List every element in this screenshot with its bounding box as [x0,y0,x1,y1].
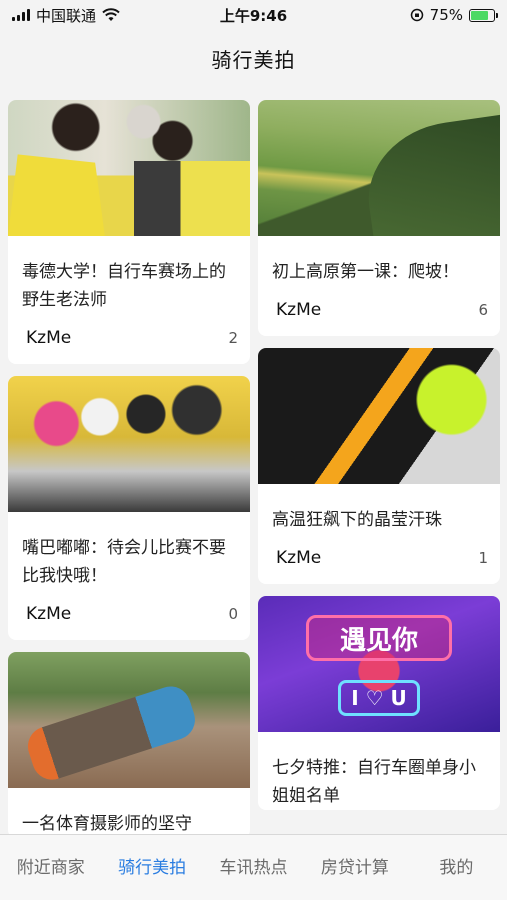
card-meta: KzMe 6 [258,286,500,336]
feed-column-right: 初上高原第一课：爬坡！ KzMe 6 高温狂飙下的晶莹汗珠 KzMe 1 遇见你… [258,100,500,810]
battery-icon [469,8,498,22]
nav-bar: 骑行美拍 [0,30,507,86]
card-title[interactable]: 毒德大学！自行车赛场上的野生老法师 [8,236,250,314]
status-left: 中国联通 [12,5,120,26]
feed-card[interactable]: 初上高原第一课：爬坡！ KzMe 6 [258,100,500,336]
card-thumbnail[interactable] [8,100,250,236]
tab-mortgage-calculator[interactable]: 房贷计算 [304,853,405,878]
tab-me[interactable]: 我的 [406,853,507,878]
card-thumbnail[interactable]: 遇见你 I ♡ U [258,596,500,732]
carrier-label: 中国联通 [36,6,97,25]
card-count: 2 [228,329,238,347]
feed-card[interactable]: 高温狂飙下的晶莹汗珠 KzMe 1 [258,348,500,584]
tab-bar: 附近商家 骑行美拍 车讯热点 房贷计算 我的 [0,834,507,900]
card-title[interactable]: 一名体育摄影师的坚守 [8,788,250,834]
banner-sub-text: I ♡ U [337,680,421,716]
card-author: KzMe [26,328,72,348]
feed-column-left: 毒德大学！自行车赛场上的野生老法师 KzMe 2 嘴巴嘟嘟：待会儿比赛不要比我快… [8,100,250,834]
tab-car-news[interactable]: 车讯热点 [203,853,304,878]
feed-card[interactable]: 遇见你 I ♡ U 七夕特推：自行车圈单身小姐姐名单 [258,596,500,810]
tab-nearby-merchants[interactable]: 附近商家 [0,853,101,878]
card-meta: KzMe 0 [8,590,250,640]
card-count: 1 [478,549,488,567]
wifi-icon [102,8,120,21]
battery-fill [471,10,488,20]
card-title[interactable]: 高温狂飙下的晶莹汗珠 [258,484,500,534]
card-title[interactable]: 嘴巴嘟嘟：待会儿比赛不要比我快哦！ [8,512,250,590]
feed-card[interactable]: 嘴巴嘟嘟：待会儿比赛不要比我快哦！ KzMe 0 [8,376,250,640]
card-author: KzMe [26,604,72,624]
card-title[interactable]: 七夕特推：自行车圈单身小姐姐名单 [258,732,500,810]
status-right: 75% [410,6,498,24]
card-thumbnail[interactable] [258,348,500,484]
tab-cycling-photos[interactable]: 骑行美拍 [101,853,202,878]
card-meta: KzMe 2 [8,314,250,364]
card-count: 0 [228,605,238,623]
banner-main-text: 遇见你 [306,615,452,662]
card-title[interactable]: 初上高原第一课：爬坡！ [258,236,500,286]
status-bar: 中国联通 上午9:46 75% [0,0,507,30]
card-meta: KzMe 1 [258,534,500,584]
card-thumbnail[interactable] [8,376,250,512]
card-author: KzMe [276,548,322,568]
card-thumbnail[interactable] [8,652,250,788]
card-thumbnail[interactable] [258,100,500,236]
card-count: 6 [478,301,488,319]
photo-feed[interactable]: 毒德大学！自行车赛场上的野生老法师 KzMe 2 嘴巴嘟嘟：待会儿比赛不要比我快… [0,86,507,834]
card-author: KzMe [276,300,322,320]
signal-icon [12,9,30,21]
feed-card[interactable]: 一名体育摄影师的坚守 [8,652,250,834]
feed-card[interactable]: 毒德大学！自行车赛场上的野生老法师 KzMe 2 [8,100,250,364]
page-title: 骑行美拍 [211,47,296,72]
orientation-lock-icon [410,8,423,22]
battery-percent: 75% [429,6,463,24]
